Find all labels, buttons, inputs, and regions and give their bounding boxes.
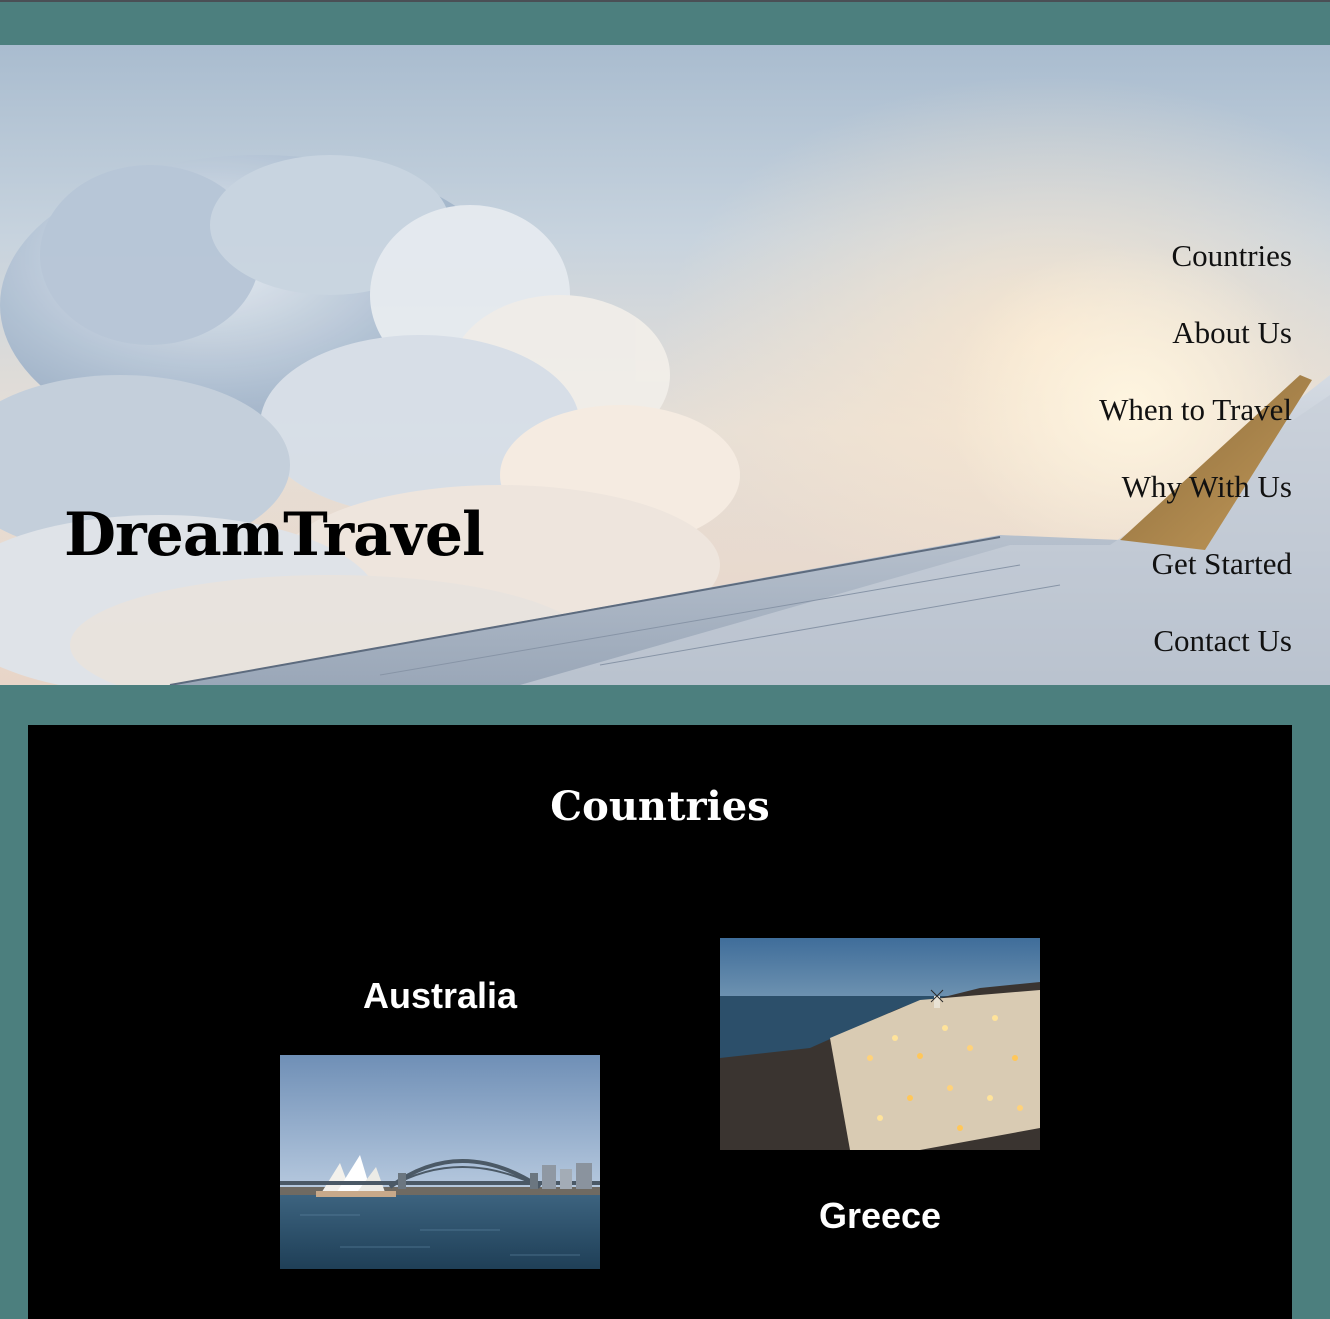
country-photo-greece[interactable]: [720, 938, 1040, 1150]
countries-section: Countries Australia Greece: [28, 725, 1292, 1319]
nav-item-when-to-travel[interactable]: When to Travel: [1099, 387, 1292, 464]
country-name-greece: Greece: [818, 1195, 942, 1236]
nav-item-why-with-us[interactable]: Why With Us: [1099, 464, 1292, 541]
section-title: Countries: [550, 783, 770, 830]
site-logo[interactable]: DreamTravel: [64, 500, 485, 570]
hero-banner: DreamTravel Countries About Us When to T…: [0, 45, 1330, 685]
country-photo-australia[interactable]: [280, 1055, 600, 1269]
top-border: [0, 0, 1330, 2]
nav-item-about-us[interactable]: About Us: [1099, 310, 1292, 387]
nav-item-countries[interactable]: Countries: [1099, 233, 1292, 310]
country-name-australia: Australia: [362, 975, 518, 1016]
nav-item-contact-us[interactable]: Contact Us: [1099, 618, 1292, 685]
nav-item-get-started[interactable]: Get Started: [1099, 541, 1292, 618]
main-nav: Countries About Us When to Travel Why Wi…: [1099, 233, 1292, 685]
